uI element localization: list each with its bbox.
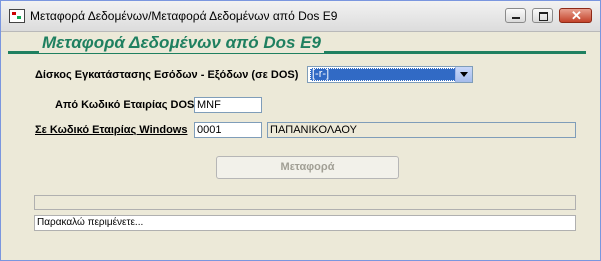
chevron-down-icon[interactable] xyxy=(455,67,472,82)
minimize-button[interactable] xyxy=(505,8,526,23)
drive-select[interactable]: [-r-] xyxy=(307,66,473,83)
window-title: Μεταφορά Δεδομένων/Μεταφορά Δεδομένων απ… xyxy=(30,9,338,23)
title-bar[interactable]: Μεταφορά Δεδομένων/Μεταφορά Δεδομένων απ… xyxy=(1,1,600,32)
from-company-input[interactable]: MNF xyxy=(194,97,262,113)
to-company-name-field: ΠΑΠΑΝΙΚΟΛΑΟΥ xyxy=(267,122,576,138)
close-button[interactable]: ✕ xyxy=(559,8,592,23)
to-company-label[interactable]: Σε Κωδικό Εταιρίας Windows xyxy=(35,124,187,136)
minimize-icon xyxy=(512,17,520,19)
app-window: Μεταφορά Δεδομένων/Μεταφορά Δεδομένων απ… xyxy=(0,0,601,261)
to-company-code-input[interactable]: 0001 xyxy=(194,122,262,138)
status-message: Παρακαλώ περιμένετε... xyxy=(34,215,576,231)
transfer-button[interactable]: Μεταφορά xyxy=(216,156,399,179)
from-company-label: Από Κωδικό Εταιρίας DOS xyxy=(55,99,195,111)
progress-bar xyxy=(34,195,576,210)
maximize-icon xyxy=(539,12,548,21)
drive-select-value: [-r-] xyxy=(310,68,456,81)
close-icon: ✕ xyxy=(571,8,582,23)
drive-label: Δίσκος Εγκατάστασης Εσόδων - Εξόδων (σε … xyxy=(35,69,299,81)
maximize-button[interactable] xyxy=(532,8,553,23)
app-icon xyxy=(9,9,25,23)
page-title: Μεταφορά Δεδομένων από Dos E9 xyxy=(39,33,324,53)
